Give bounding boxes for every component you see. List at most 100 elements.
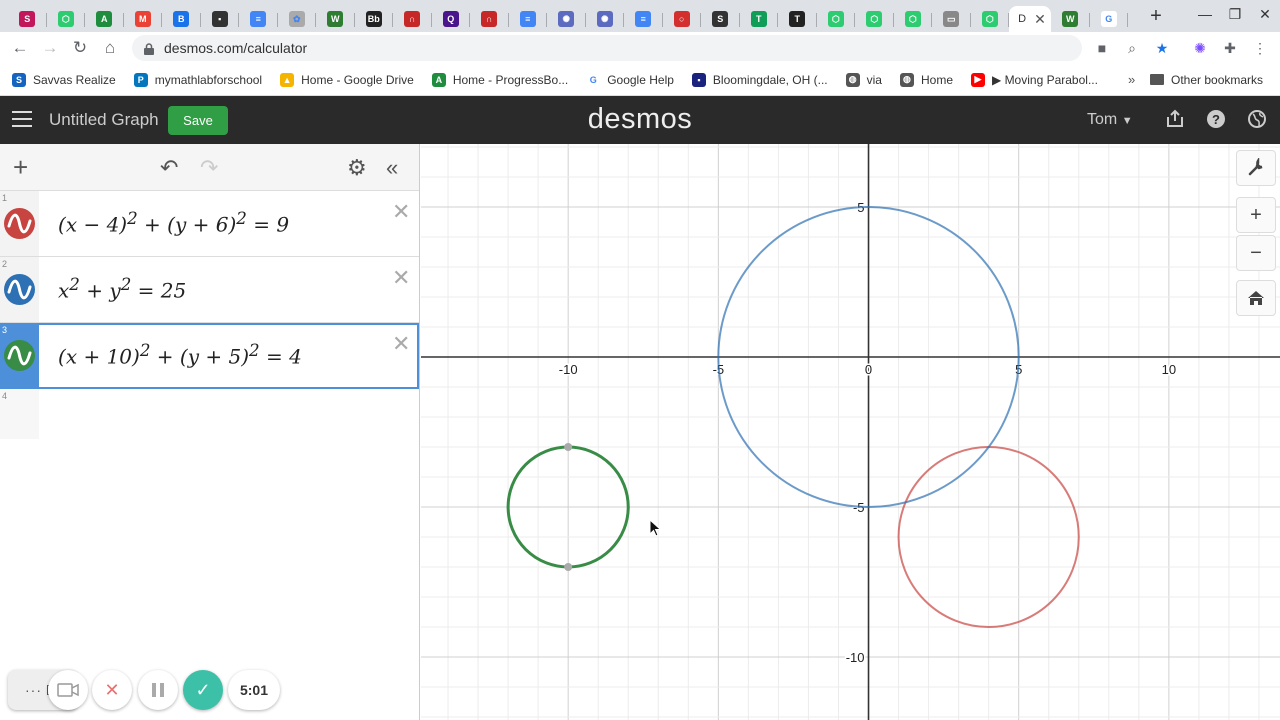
restore-icon[interactable]: ❐ (1220, 6, 1250, 23)
browser-tab[interactable]: T (778, 6, 817, 32)
bookmark-item[interactable]: Pmymathlabforschool (133, 72, 263, 87)
bookmark-label: Bloomingdale, OH (... (712, 72, 828, 87)
expression-row[interactable]: 1 (x − 4)2 + (y + 6)2 = 9 ✕ (0, 191, 419, 257)
star-icon[interactable]: ★ (1154, 40, 1170, 56)
close-tab-icon[interactable]: ✕ (1034, 11, 1046, 28)
graph-canvas[interactable]: -10 -5 0 5 105-5-10 (421, 144, 1280, 720)
graph-color-toggle-icon[interactable] (4, 208, 35, 239)
browser-tab[interactable]: ≡ (239, 6, 278, 32)
collapse-panel-icon[interactable]: « (386, 155, 398, 181)
default-view-home-icon[interactable] (1236, 280, 1276, 316)
bookmark-label: Home - Google Drive (301, 72, 414, 87)
browser-tab[interactable]: ⬡ (894, 6, 932, 32)
browser-tab[interactable]: ≡ (509, 6, 547, 32)
help-icon[interactable]: ? (1205, 109, 1227, 131)
address-bar[interactable]: desmos.com/calculator (132, 35, 1082, 61)
browser-tab[interactable]: ✿ (278, 6, 316, 32)
empty-expression-row[interactable]: 4 (0, 389, 419, 439)
close-window-icon[interactable]: ✕ (1250, 6, 1280, 23)
browser-tab[interactable]: S (701, 6, 740, 32)
redo-icon[interactable]: ↷ (200, 155, 218, 181)
graph-paper[interactable]: -10 -5 0 5 10 5 -5 -10 (421, 144, 1280, 720)
discard-recording-icon[interactable]: ✕ (92, 670, 132, 710)
expression-number: 2 (2, 259, 8, 269)
camera-icon[interactable]: ■ (1094, 40, 1110, 56)
menu-dots-icon[interactable]: ⋮ (1252, 40, 1268, 56)
bookmark-item[interactable]: G Google Help (586, 72, 674, 87)
browser-tab[interactable]: Bb (355, 6, 393, 32)
other-bookmarks[interactable]: Other bookmarks (1150, 73, 1263, 87)
browser-tab[interactable]: ✺ (586, 6, 624, 32)
browser-tab[interactable]: W (1051, 6, 1090, 32)
browser-tab[interactable]: W (316, 6, 355, 32)
bookmark-item[interactable]: ▪ Bloomingdale, OH (... (691, 72, 828, 87)
browser-tab[interactable]: ∩ (393, 6, 432, 32)
browser-tab[interactable]: G (1090, 6, 1128, 32)
zoom-icon[interactable]: ⌕ (1124, 40, 1140, 56)
browser-tab[interactable]: ≡ (624, 6, 663, 32)
extension-flower-icon[interactable]: ✺ (1192, 40, 1208, 56)
expression-latex[interactable]: (x − 4)2 + (y + 6)2 = 9 (58, 209, 289, 237)
browser-tab[interactable]: Q (432, 6, 470, 32)
browser-tab[interactable]: ⬡ (971, 6, 1009, 32)
browser-tab[interactable]: ▪ (201, 6, 239, 32)
browser-tab[interactable]: T (740, 6, 778, 32)
zoom-in-icon[interactable]: + (1236, 197, 1276, 233)
reload-icon[interactable]: ↻ (65, 38, 95, 58)
bookmark-item[interactable]: A Home - ProgressBo... (431, 72, 568, 87)
new-tab-icon[interactable]: + (1142, 2, 1170, 30)
bookmark-item[interactable]: ▲ Home - Google Drive (280, 72, 414, 87)
google-icon: G (1100, 11, 1117, 27)
bookmark-item[interactable]: ◍ Home (899, 72, 953, 87)
delete-expression-icon[interactable]: ✕ (392, 331, 410, 357)
undo-icon[interactable]: ↶ (160, 155, 178, 181)
camera-toggle-icon[interactable] (48, 670, 88, 710)
browser-tab[interactable]: ⬡ (47, 6, 85, 32)
finish-recording-icon[interactable]: ✓ (183, 670, 223, 710)
add-item-icon[interactable]: + (13, 152, 28, 183)
settings-gear-icon[interactable]: ⚙ (347, 155, 367, 181)
graph-settings-wrench-icon[interactable] (1236, 150, 1276, 186)
minimize-icon[interactable]: — (1190, 6, 1220, 22)
expression-row[interactable]: 2 x2 + y2 = 25 ✕ (0, 257, 419, 323)
browser-tab[interactable]: ⬡ (817, 6, 855, 32)
globe-icon[interactable] (1246, 109, 1268, 131)
expression-latex[interactable]: (x + 10)2 + (y + 5)2 = 4 (58, 341, 302, 369)
browser-tab[interactable]: ✺ (547, 6, 586, 32)
delete-expression-icon[interactable]: ✕ (392, 199, 410, 225)
chevron-right-icon[interactable]: » (1128, 72, 1135, 87)
expression-latex[interactable]: x2 + y2 = 25 (58, 275, 186, 303)
home-icon[interactable]: ⌂ (95, 38, 125, 58)
active-browser-tab[interactable]: D ✕ (1009, 6, 1051, 32)
desmos-header: Untitled Graph Save desmos Tom ▼ ? (0, 96, 1280, 144)
browser-tab[interactable]: M (124, 6, 162, 32)
bookmark-item[interactable]: ▶ ▶ Moving Parabol... (971, 72, 1098, 87)
browser-tab[interactable]: ○ (663, 6, 701, 32)
bookmark-item[interactable]: S Savvas Realize (12, 72, 116, 87)
user-menu[interactable]: Tom ▼ (1087, 111, 1133, 129)
expression-number: 3 (2, 325, 8, 335)
docs-icon: ≡ (635, 11, 652, 27)
browser-tab[interactable]: S (8, 6, 47, 32)
browser-tab[interactable]: ⬡ (855, 6, 894, 32)
pause-icon[interactable] (138, 670, 178, 710)
puzzle-icon[interactable]: ✚ (1222, 40, 1238, 56)
graph-color-toggle-icon[interactable] (4, 274, 35, 305)
browser-tab[interactable]: ∩ (470, 6, 509, 32)
bookmark-favicon-icon: ▲ (280, 72, 295, 87)
delete-expression-icon[interactable]: ✕ (392, 265, 410, 291)
share-icon[interactable] (1164, 109, 1186, 131)
browser-tab[interactable]: A (85, 6, 124, 32)
browser-tab[interactable]: B (162, 6, 201, 32)
back-icon[interactable]: ← (5, 38, 35, 58)
green-hex-icon: ⬡ (827, 11, 844, 27)
bookmark-favicon-icon: ▪ (691, 72, 706, 87)
bookmark-label: mymathlabforschool (154, 72, 263, 87)
bookmark-item[interactable]: ◍ via (845, 72, 882, 87)
graph-color-toggle-icon[interactable] (4, 340, 35, 371)
expression-row[interactable]: 3 (x + 10)2 + (y + 5)2 = 4 ✕ (0, 323, 419, 389)
browser-tab[interactable]: ▭ (932, 6, 971, 32)
forward-icon[interactable]: → (35, 38, 65, 58)
zoom-out-icon[interactable]: − (1236, 235, 1276, 271)
bookmark-favicon-icon: A (431, 72, 446, 87)
